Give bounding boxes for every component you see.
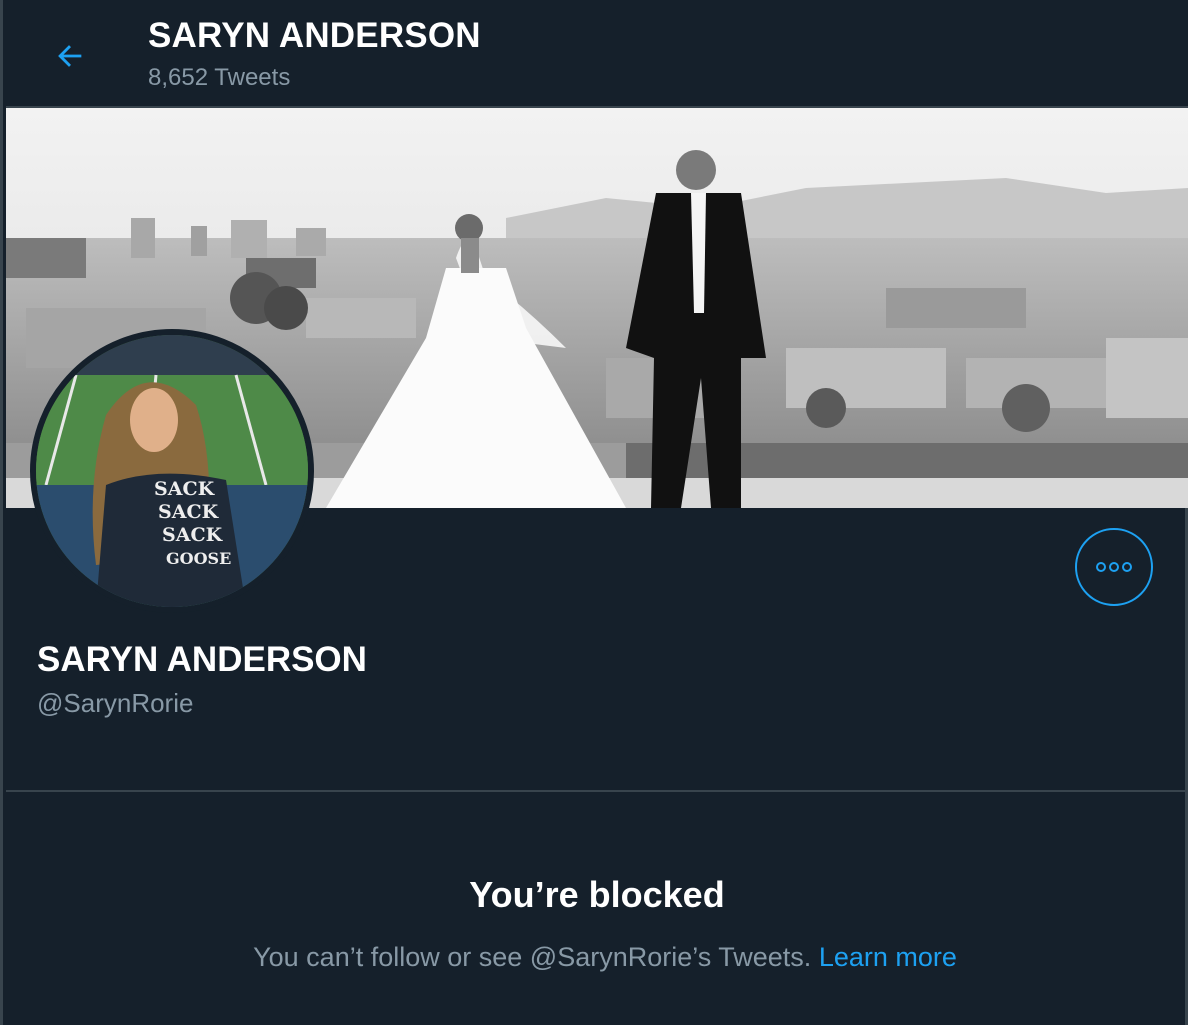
blocked-message-container: You can’t follow or see @SarynRorie’s Tw… — [3, 942, 1188, 973]
profile-avatar[interactable]: SACK SACK SACK GOOSE — [30, 329, 314, 613]
profile-page: SARYN ANDERSON 8,652 Tweets SACK SACK SA… — [0, 0, 1188, 1025]
more-options-button[interactable] — [1075, 528, 1153, 606]
back-button[interactable] — [46, 32, 94, 80]
learn-more-link[interactable]: Learn more — [819, 942, 957, 972]
avatar-shirt-text: SACK — [154, 478, 216, 500]
profile-handle: @SarynRorie — [37, 688, 194, 718]
profile-name: SARYN ANDERSON — [37, 640, 367, 679]
avatar-shirt-text: SACK — [158, 501, 220, 523]
more-horizontal-icon — [1096, 562, 1132, 572]
blocked-message: You can’t follow or see @SarynRorie’s Tw… — [253, 942, 819, 972]
tweet-count: 8,652 Tweets — [148, 64, 291, 91]
arrow-left-icon — [58, 45, 82, 67]
avatar-shirt-text: GOOSE — [166, 549, 231, 568]
avatar-shirt-text: SACK — [162, 524, 224, 546]
header-title: SARYN ANDERSON — [148, 16, 481, 55]
divider — [6, 790, 1188, 792]
top-header: SARYN ANDERSON 8,652 Tweets — [6, 0, 1188, 108]
blocked-title: You’re blocked — [469, 874, 725, 915]
